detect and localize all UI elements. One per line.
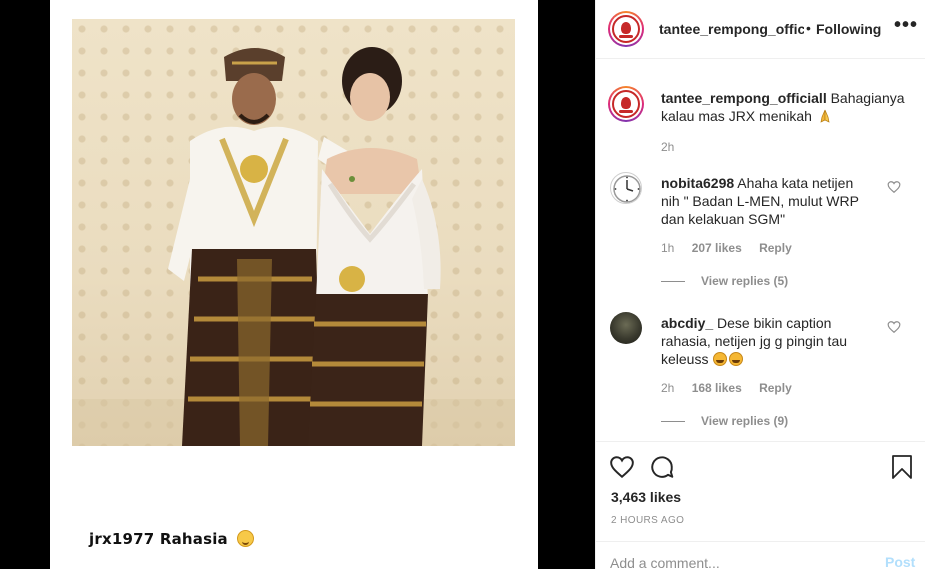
add-comment-bar: Post [596, 541, 925, 569]
add-comment-input[interactable] [610, 555, 870, 569]
comment-avatar[interactable] [608, 86, 644, 122]
comment-username[interactable]: abcdiy_ [661, 315, 713, 331]
following-button[interactable]: Following [816, 21, 881, 37]
comment-body: nobita6298 Ahaha kata netijen nih " Bada… [661, 174, 871, 228]
smiling-emoji-icon [237, 530, 255, 547]
view-replies-button[interactable]: View replies (9) [661, 414, 788, 428]
brand-logo-icon [612, 15, 640, 43]
comment-body: tantee_rempong_officiall Bahagianya kala… [661, 89, 911, 125]
header-username[interactable]: tantee_rempong_officiall [659, 21, 804, 37]
caption-username[interactable]: jrx1977 [89, 530, 154, 548]
like-heart-icon[interactable] [609, 454, 635, 480]
view-replies-label: View replies (9) [701, 414, 789, 428]
replies-divider [661, 281, 685, 283]
comment-time[interactable]: 1h [661, 241, 674, 255]
reply-button[interactable]: Reply [759, 241, 792, 255]
couple-photo-illustration [72, 47, 515, 446]
post-actions: 3,463 likes 2 HOURS AGO [596, 441, 925, 541]
post-header: tantee_rempong_officiall • Following ••• [596, 0, 925, 59]
clock-icon [613, 175, 641, 203]
post-comment-button[interactable]: Post [885, 554, 915, 569]
like-comment-heart-icon[interactable] [887, 320, 901, 334]
comment-meta: 2h [661, 140, 674, 154]
comment-username[interactable]: tantee_rempong_officiall [661, 90, 827, 106]
post-caption: jrx1977 Rahasia [89, 530, 255, 548]
comment-likes[interactable]: 168 likes [692, 381, 742, 395]
save-bookmark-icon[interactable] [890, 454, 914, 480]
more-options-icon[interactable]: ••• [894, 14, 918, 37]
laughing-emoji-icon [729, 352, 744, 366]
view-replies-label: View replies (5) [701, 274, 789, 288]
view-replies-button[interactable]: View replies (5) [661, 274, 788, 288]
comment-time[interactable]: 2h [661, 381, 674, 395]
comment-meta: 1h 207 likes Reply [661, 241, 792, 255]
reply-button[interactable]: Reply [759, 381, 792, 395]
comment-time[interactable]: 2h [661, 140, 674, 154]
caption-text: Rahasia [159, 530, 228, 548]
brand-logo-icon [612, 90, 640, 118]
comment-bubble-icon[interactable] [649, 454, 675, 480]
post-side-panel: tantee_rempong_officiall • Following •••… [595, 0, 925, 569]
likes-count[interactable]: 3,463 likes [611, 489, 681, 505]
post-photo[interactable] [72, 19, 515, 446]
like-comment-heart-icon[interactable] [887, 180, 901, 194]
comment-username[interactable]: nobita6298 [661, 175, 734, 191]
profile-avatar[interactable] [608, 11, 644, 47]
post-media-card: jrx1977 Rahasia [50, 0, 538, 569]
commenter-avatar[interactable] [610, 312, 642, 344]
comment-likes[interactable]: 207 likes [692, 241, 742, 255]
header-separator: • [806, 20, 811, 36]
post-timestamp[interactable]: 2 HOURS AGO [611, 515, 684, 526]
replies-divider [661, 421, 685, 423]
clock-avatar[interactable] [610, 172, 642, 204]
laughing-emoji-icon [713, 352, 728, 366]
praying-hands-icon [820, 109, 830, 123]
comments-list[interactable]: tantee_rempong_officiall Bahagianya kala… [596, 60, 925, 441]
comment-body: abcdiy_ Dese bikin caption rahasia, neti… [661, 314, 871, 368]
comment-meta: 2h 168 likes Reply [661, 381, 792, 395]
